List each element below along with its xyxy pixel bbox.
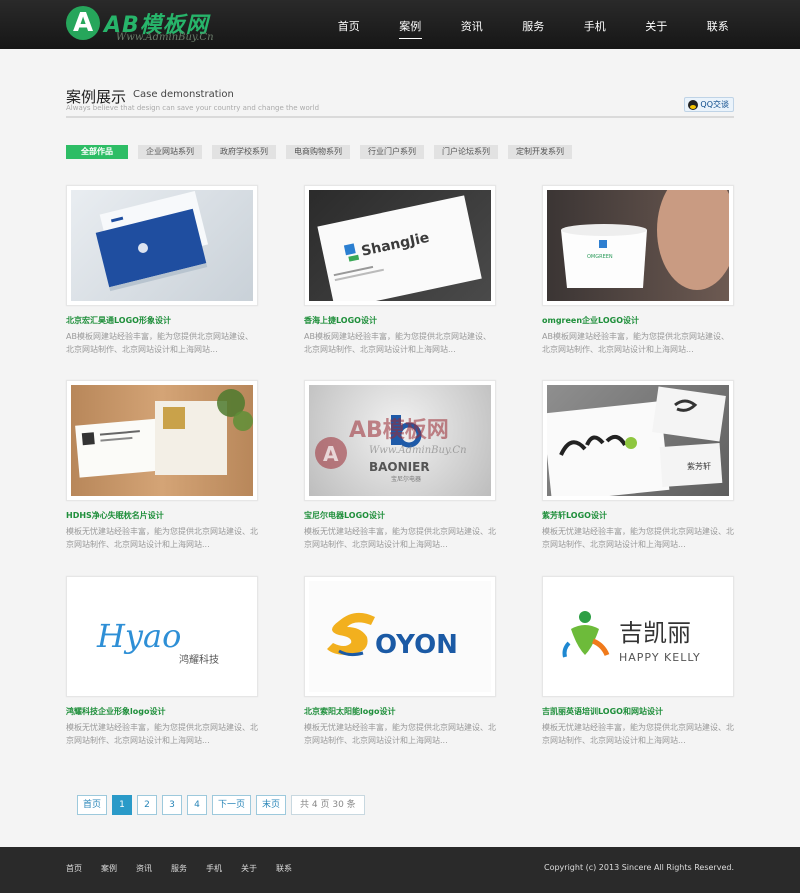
filter-forum-portal[interactable]: 门户论坛系列 [434, 145, 498, 159]
footer-link-services[interactable]: 服务 [171, 863, 187, 874]
filter-custom-dev[interactable]: 定制开发系列 [508, 145, 572, 159]
pager-first[interactable]: 首页 [77, 795, 108, 815]
case-card[interactable]: Hyao 鸿耀科技 鸿耀科技企业形象logo设计 模板无忧建站经验丰富，能为您提… [66, 576, 258, 747]
case-card[interactable]: HDHS净心失眠枕名片设计 模板无忧建站经验丰富，能为您提供北京网站建设、北京网… [66, 380, 258, 551]
footer-link-cases[interactable]: 案例 [101, 863, 117, 874]
qq-chat-label: QQ交谈 [700, 100, 729, 109]
filter-all[interactable]: 全部作品 [66, 145, 128, 159]
case-title[interactable]: 北京宏汇昊通LOGO形象设计 [66, 315, 258, 326]
copyright: Copyright (c) 2013 Sincere All Rights Re… [543, 863, 734, 872]
site-logo[interactable]: A AB模板网 Www.AdminBuy.Cn [66, 6, 236, 46]
pager-last[interactable]: 末页 [256, 795, 287, 815]
case-title[interactable]: 吉凯丽英语培训LOGO和网站设计 [542, 706, 734, 717]
top-header: A AB模板网 Www.AdminBuy.Cn 首页 案例 资讯 服务 手机 关… [0, 0, 800, 49]
pager-page-3[interactable]: 3 [162, 795, 183, 815]
hyao-logo-text: Hyao [96, 617, 181, 655]
case-description: 模板无忧建站经验丰富，能为您提供北京网站建设、北京网站制作、北京网站设计和上海网… [542, 527, 734, 549]
nav-item-home[interactable]: 首页 [318, 0, 380, 49]
case-thumbnail[interactable]: OMGREEN [542, 185, 734, 306]
case-title[interactable]: 北京索阳太阳能logo设计 [304, 706, 496, 717]
footer-link-about[interactable]: 关于 [241, 863, 257, 874]
case-thumbnail[interactable] [66, 380, 258, 501]
filter-enterprise[interactable]: 企业网站系列 [138, 145, 202, 159]
case-card[interactable]: 北京宏汇昊通LOGO形象设计 AB模板网建站经验丰富，能为您提供北京网站建设、北… [66, 185, 258, 356]
footer-link-news[interactable]: 资讯 [136, 863, 152, 874]
case-thumbnail[interactable]: 紫芳轩 [542, 380, 734, 501]
pagination: 首页 1 2 3 4 下一页 末页 共 4 页 30 条 [77, 795, 365, 815]
pager-page-4[interactable]: 4 [187, 795, 208, 815]
nav-item-news[interactable]: 资讯 [441, 0, 503, 49]
case-title[interactable]: 鸿耀科技企业形象logo设计 [66, 706, 258, 717]
case-thumbnail[interactable]: ShangJie [304, 185, 496, 306]
case-title[interactable]: HDHS净心失眠枕名片设计 [66, 510, 258, 521]
case-title[interactable]: omgreen企业LOGO设计 [542, 315, 734, 326]
pager-next[interactable]: 下一页 [212, 795, 252, 815]
case-card[interactable]: 吉凯丽 HAPPY KELLY 吉凯丽英语培训LOGO和网站设计 模板无忧建站经… [542, 576, 734, 747]
page-title-en: Case demonstration [133, 89, 234, 100]
footer-link-contact[interactable]: 联系 [276, 863, 292, 874]
qq-penguin-icon [688, 99, 699, 110]
page-subtitle: Always believe that design can save your… [66, 104, 320, 112]
zfx-logo-text: 紫芳轩 [687, 461, 711, 471]
baonier-logo-text: BAONIER [369, 460, 430, 474]
category-filters: 全部作品 企业网站系列 政府学校系列 电商购物系列 行业门户系列 门户论坛系列 … [66, 145, 572, 159]
nav-item-mobile[interactable]: 手机 [564, 0, 626, 49]
footer-link-home[interactable]: 首页 [66, 863, 82, 874]
site-footer: 首页 案例 资讯 服务 手机 关于 联系 Copyright (c) 2013 … [0, 847, 800, 893]
section-header: 案例展示 Case demonstration Always believe t… [66, 86, 734, 118]
case-card[interactable]: ShangJie 香海上捷LOGO设计 AB模板网建站经验丰富，能为您提供北京网… [304, 185, 496, 356]
case-card[interactable]: 紫芳轩 紫芳轩LOGO设计 模板无忧建站经验丰富，能为您提供北京网站建设、北京网… [542, 380, 734, 551]
case-thumbnail[interactable]: OYON [304, 576, 496, 697]
omgreen-logo-text: OMGREEN [587, 254, 613, 260]
qq-chat-button[interactable]: QQ交谈 [684, 97, 734, 112]
logo-url: Www.AdminBuy.Cn [116, 32, 214, 43]
filter-government-school[interactable]: 政府学校系列 [212, 145, 276, 159]
footer-nav: 首页 案例 资讯 服务 手机 关于 联系 [66, 863, 292, 874]
case-description: 模板无忧建站经验丰富，能为您提供北京网站建设、北京网站制作、北京网站设计和上海网… [304, 527, 496, 549]
case-title[interactable]: 紫芳轩LOGO设计 [542, 510, 734, 521]
filter-ecommerce[interactable]: 电商购物系列 [286, 145, 350, 159]
nav-item-services[interactable]: 服务 [503, 0, 565, 49]
case-title[interactable]: 香海上捷LOGO设计 [304, 315, 496, 326]
jkl-logo-cn: 吉凯丽 [619, 619, 691, 647]
logo-badge: A [66, 6, 100, 40]
jkl-logo-en: HAPPY KELLY [619, 651, 701, 664]
case-description: 模板无忧建站经验丰富，能为您提供北京网站建设、北京网站制作、北京网站设计和上海网… [66, 723, 258, 745]
pager-page-1[interactable]: 1 [112, 795, 133, 815]
case-card[interactable]: OYON 北京索阳太阳能logo设计 模板无忧建站经验丰富，能为您提供北京网站建… [304, 576, 496, 747]
case-card[interactable]: OMGREEN omgreen企业LOGO设计 AB模板网建站经验丰富，能为您提… [542, 185, 734, 356]
case-thumbnail[interactable]: BAONIER 宝尼尔电器 A AB模板网 Www.AdminBuy.Cn [304, 380, 496, 501]
case-title[interactable]: 宝尼尔电器LOGO设计 [304, 510, 496, 521]
watermark-url: Www.AdminBuy.Cn [369, 445, 467, 456]
case-thumbnail[interactable]: Hyao 鸿耀科技 [66, 576, 258, 697]
pager-info: 共 4 页 30 条 [291, 795, 365, 815]
hyao-logo-cn: 鸿耀科技 [179, 653, 219, 666]
case-thumbnail[interactable]: 吉凯丽 HAPPY KELLY [542, 576, 734, 697]
main-nav: 首页 案例 资讯 服务 手机 关于 联系 [318, 0, 749, 49]
svg-text:A: A [323, 442, 339, 466]
case-description: 模板无忧建站经验丰富，能为您提供北京网站建设、北京网站制作、北京网站设计和上海网… [66, 527, 258, 549]
case-description: AB模板网建站经验丰富，能为您提供北京网站建设、北京网站制作、北京网站设计和上海… [542, 332, 729, 354]
watermark-name: AB模板网 [349, 418, 449, 443]
case-description: 模板无忧建站经验丰富，能为您提供北京网站建设、北京网站制作、北京网站设计和上海网… [542, 723, 734, 745]
case-thumbnail[interactable] [66, 185, 258, 306]
case-description: AB模板网建站经验丰富，能为您提供北京网站建设、北京网站制作、北京网站设计和上海… [66, 332, 253, 354]
filter-industry-portal[interactable]: 行业门户系列 [360, 145, 424, 159]
soyon-logo-text: OYON [375, 630, 458, 660]
case-description: 模板无忧建站经验丰富，能为您提供北京网站建设、北京网站制作、北京网站设计和上海网… [304, 723, 496, 745]
case-card[interactable]: BAONIER 宝尼尔电器 A AB模板网 Www.AdminBuy.Cn 宝尼… [304, 380, 496, 551]
pager-page-2[interactable]: 2 [137, 795, 158, 815]
nav-item-cases[interactable]: 案例 [380, 0, 442, 49]
nav-item-contact[interactable]: 联系 [687, 0, 749, 49]
footer-link-mobile[interactable]: 手机 [206, 863, 222, 874]
nav-item-about[interactable]: 关于 [626, 0, 688, 49]
baonier-logo-cn: 宝尼尔电器 [391, 475, 421, 483]
case-description: AB模板网建站经验丰富，能为您提供北京网站建设、北京网站制作、北京网站设计和上海… [304, 332, 491, 354]
